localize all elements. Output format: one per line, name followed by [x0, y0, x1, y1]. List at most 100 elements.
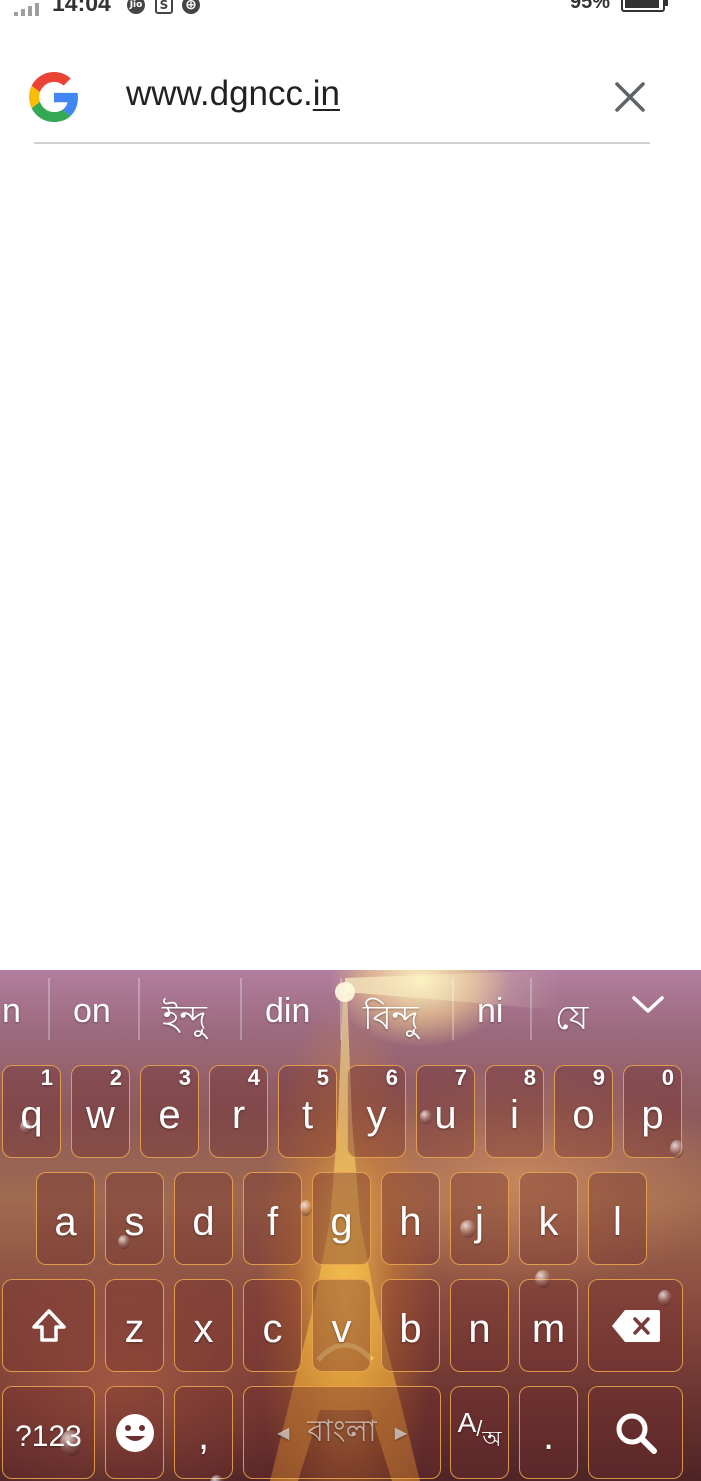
battery-cap	[665, 0, 668, 6]
suggestion-item[interactable]: বিন্দু	[363, 992, 419, 1049]
suggestion-divider	[138, 978, 140, 1040]
key-v[interactable]: v	[312, 1279, 371, 1372]
suggestion-divider	[340, 978, 342, 1040]
key-o[interactable]: 9o	[554, 1065, 613, 1158]
period-key[interactable]: .	[519, 1386, 578, 1479]
key-label: w	[86, 1093, 115, 1137]
lang-sub: অ	[482, 1426, 502, 1451]
search-action-key[interactable]	[588, 1386, 683, 1479]
raindrop-decoration	[300, 1200, 312, 1216]
raindrop-decoration	[20, 1120, 32, 1134]
key-w[interactable]: 2w	[71, 1065, 130, 1158]
comma-key[interactable]: ,	[174, 1386, 233, 1479]
key-hint: 6	[385, 1065, 398, 1090]
key-label: z	[124, 1307, 145, 1351]
key-z[interactable]: z	[105, 1279, 164, 1372]
status-bar: 14:04 Jio S ⊕ ··· 95%	[0, 0, 701, 22]
key-label: i	[510, 1093, 519, 1137]
key-label: x	[193, 1307, 214, 1351]
key-label: l	[613, 1200, 622, 1244]
shift-icon	[31, 1308, 66, 1342]
key-m[interactable]: m	[519, 1279, 578, 1372]
symbols-key[interactable]: ?123	[2, 1386, 95, 1479]
more-notifications-icon: ···	[218, 0, 245, 11]
google-logo-icon	[29, 72, 78, 122]
key-s[interactable]: s	[105, 1172, 164, 1265]
close-icon[interactable]	[608, 75, 652, 119]
keyboard: n on ইন্দু din বিন্দু ni যে 1q 2w 3e 4r …	[0, 970, 701, 1481]
raindrop-decoration	[118, 1235, 130, 1249]
raindrop-decoration	[670, 1140, 684, 1158]
app-notification-icon: ⊕	[182, 0, 200, 14]
shift-key[interactable]	[2, 1279, 95, 1372]
key-label: t	[301, 1093, 314, 1137]
chevron-down-icon[interactable]	[630, 992, 666, 1018]
key-r[interactable]: 4r	[209, 1065, 268, 1158]
key-n[interactable]: n	[450, 1279, 509, 1372]
key-label: o	[572, 1093, 595, 1137]
suggestion-item[interactable]: যে	[555, 992, 588, 1049]
key-label: r	[231, 1093, 246, 1137]
key-hint: 5	[316, 1065, 329, 1090]
key-t[interactable]: 5t	[278, 1065, 337, 1158]
key-label: v	[331, 1307, 352, 1351]
raindrop-decoration	[420, 1110, 432, 1124]
key-h[interactable]: h	[381, 1172, 440, 1265]
space-label: বাংলা	[307, 1415, 377, 1448]
space-key[interactable]: ◀ বাংলা ▶	[243, 1386, 441, 1479]
key-y[interactable]: 6y	[347, 1065, 406, 1158]
key-label: j	[475, 1200, 484, 1244]
key-k[interactable]: k	[519, 1172, 578, 1265]
key-label: m	[531, 1307, 566, 1351]
battery-percent: 95%	[570, 0, 611, 13]
key-l[interactable]: l	[588, 1172, 647, 1265]
search-input[interactable]: www.dgncc.in	[126, 74, 340, 114]
suggestion-divider	[48, 978, 50, 1040]
search-icon	[616, 1413, 657, 1454]
signal-icon	[14, 2, 39, 16]
suggestion-item[interactable]: on	[73, 992, 111, 1031]
key-label: p	[641, 1093, 664, 1137]
key-label: u	[434, 1093, 457, 1137]
key-label: b	[399, 1307, 422, 1351]
key-q[interactable]: 1q	[2, 1065, 61, 1158]
key-hint: 1	[40, 1065, 53, 1090]
key-e[interactable]: 3e	[140, 1065, 199, 1158]
suggestion-item[interactable]: ইন্দু	[162, 992, 207, 1049]
key-label: h	[399, 1200, 422, 1244]
key-hint: 8	[523, 1065, 536, 1090]
key-label: ,	[197, 1414, 210, 1458]
key-hint: 4	[247, 1065, 260, 1090]
key-i[interactable]: 8i	[485, 1065, 544, 1158]
language-switch-key[interactable]: A / অ	[450, 1386, 509, 1479]
key-c[interactable]: c	[243, 1279, 302, 1372]
key-a[interactable]: a	[36, 1172, 95, 1265]
search-query-composing: in	[312, 74, 340, 113]
status-time: 14:04	[52, 0, 111, 16]
raindrop-decoration	[658, 1290, 672, 1306]
key-hint: 9	[592, 1065, 605, 1090]
key-d[interactable]: d	[174, 1172, 233, 1265]
key-label: e	[158, 1093, 181, 1137]
key-f[interactable]: f	[243, 1172, 302, 1265]
suggestion-strip: n on ইন্দু din বিন্দু ni যে	[0, 970, 701, 1050]
key-x[interactable]: x	[174, 1279, 233, 1372]
key-hint: 2	[109, 1065, 122, 1090]
lang-main: A	[457, 1406, 477, 1438]
key-label: k	[538, 1200, 559, 1244]
key-b[interactable]: b	[381, 1279, 440, 1372]
key-label: c	[262, 1307, 283, 1351]
key-hint: 0	[661, 1065, 674, 1090]
sim-s-icon: S	[155, 0, 173, 14]
key-j[interactable]: j	[450, 1172, 509, 1265]
suggestion-divider	[452, 978, 454, 1040]
chevron-left-icon: ◀	[277, 1424, 290, 1442]
key-label: n	[468, 1307, 491, 1351]
raindrop-decoration	[535, 1270, 551, 1288]
emoji-key[interactable]	[105, 1386, 164, 1479]
key-g[interactable]: g	[312, 1172, 371, 1265]
suggestion-item[interactable]: ni	[477, 992, 503, 1031]
suggestion-item[interactable]: n	[2, 992, 21, 1031]
key-hint: 3	[178, 1065, 191, 1090]
suggestion-item[interactable]: din	[265, 992, 310, 1031]
